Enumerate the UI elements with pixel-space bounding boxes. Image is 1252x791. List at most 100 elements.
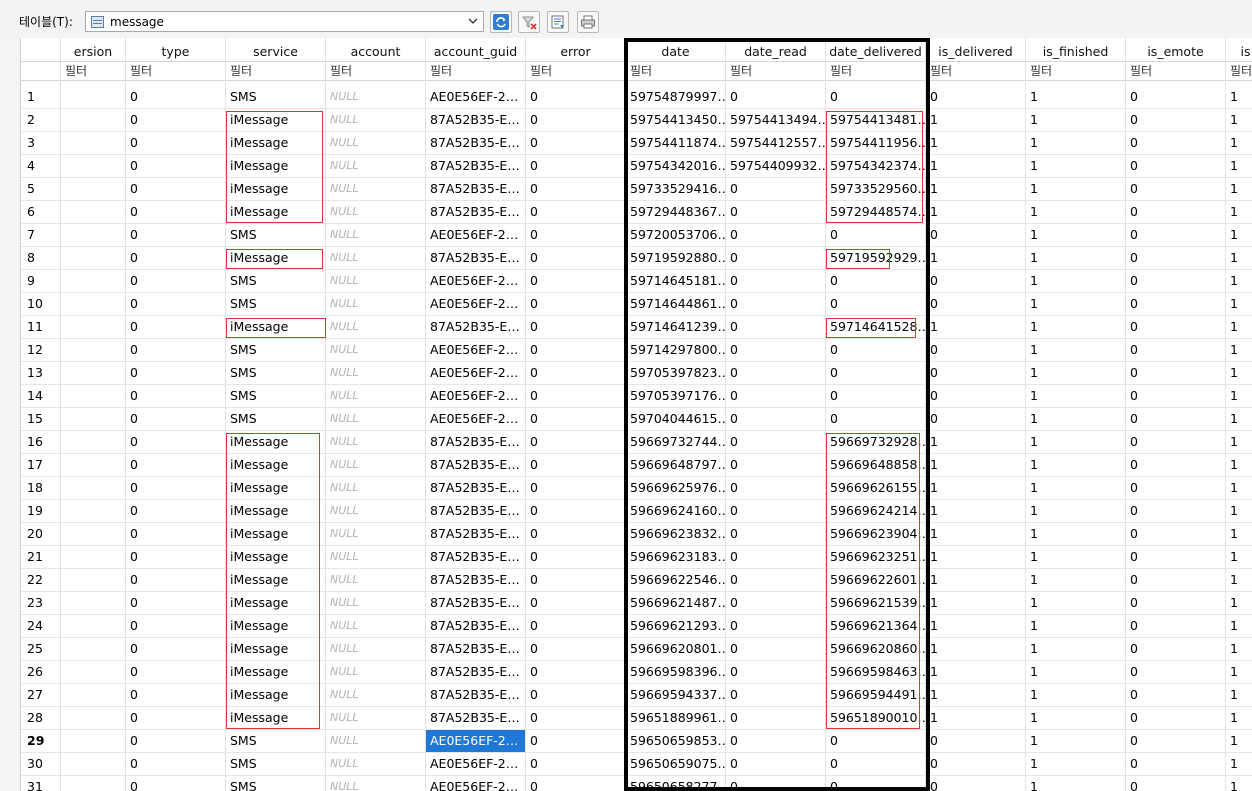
table-cell[interactable]: 87A52B35-E… bbox=[426, 454, 525, 477]
table-cell[interactable]: AE0E56EF-2… bbox=[426, 293, 525, 316]
table-cell[interactable]: SMS bbox=[226, 730, 325, 753]
table-cell[interactable]: 59714641528… bbox=[826, 316, 925, 339]
filter-input-is-finished[interactable]: 필터 bbox=[1026, 62, 1125, 81]
table-cell[interactable]: 1 bbox=[1026, 431, 1125, 454]
table-cell[interactable]: 0 bbox=[526, 684, 625, 707]
table-cell[interactable]: 1 bbox=[1026, 477, 1125, 500]
table-cell[interactable]: 0 bbox=[126, 454, 225, 477]
table-cell[interactable]: 0 bbox=[126, 569, 225, 592]
table-cell[interactable]: 1 bbox=[1226, 316, 1252, 339]
table-cell[interactable]: NULL bbox=[326, 477, 425, 500]
table-cell[interactable]: 0 bbox=[926, 339, 1025, 362]
table-cell[interactable]: 1 bbox=[1226, 408, 1252, 431]
table-cell[interactable]: 0 bbox=[526, 362, 625, 385]
export-button[interactable] bbox=[547, 11, 569, 33]
table-cell[interactable]: 59669624160… bbox=[626, 500, 725, 523]
table-cell[interactable]: 0 bbox=[826, 224, 925, 247]
table-cell[interactable]: 1 bbox=[926, 109, 1025, 132]
table-cell[interactable]: 59669594491… bbox=[826, 684, 925, 707]
table-cell[interactable]: NULL bbox=[326, 615, 425, 638]
table-cell[interactable]: 59669648797… bbox=[626, 454, 725, 477]
table-cell[interactable]: 1 bbox=[1026, 408, 1125, 431]
table-cell[interactable]: iMessage bbox=[226, 316, 325, 339]
table-cell[interactable]: 0 bbox=[1126, 707, 1225, 730]
table-cell[interactable]: AE0E56EF-2… bbox=[426, 224, 525, 247]
table-cell[interactable]: 0 bbox=[126, 339, 225, 362]
column-header-is-more[interactable]: is bbox=[1226, 42, 1252, 62]
table-cell[interactable]: NULL bbox=[326, 753, 425, 776]
table-cell[interactable]: 0 bbox=[1126, 569, 1225, 592]
table-cell[interactable]: 0 bbox=[926, 86, 1025, 109]
row-number[interactable]: 30 bbox=[21, 753, 60, 776]
table-cell[interactable]: 0 bbox=[926, 224, 1025, 247]
table-cell[interactable]: iMessage bbox=[226, 247, 325, 270]
table-cell[interactable]: 0 bbox=[126, 523, 225, 546]
table-cell[interactable] bbox=[61, 224, 125, 247]
table-cell[interactable] bbox=[61, 178, 125, 201]
table-cell[interactable]: 59651890010… bbox=[826, 707, 925, 730]
table-cell[interactable]: iMessage bbox=[226, 684, 325, 707]
row-number[interactable]: 6 bbox=[21, 201, 60, 224]
table-cell[interactable]: 0 bbox=[126, 155, 225, 178]
table-cell[interactable]: SMS bbox=[226, 270, 325, 293]
table-cell[interactable]: 0 bbox=[926, 408, 1025, 431]
table-cell[interactable]: NULL bbox=[326, 523, 425, 546]
table-cell[interactable]: 0 bbox=[726, 615, 825, 638]
filter-input-date-delivered[interactable]: 필터 bbox=[826, 62, 925, 81]
row-number[interactable]: 22 bbox=[21, 569, 60, 592]
table-cell[interactable]: 59705397176… bbox=[626, 385, 725, 408]
row-number[interactable]: 28 bbox=[21, 707, 60, 730]
table-cell[interactable]: 87A52B35-E… bbox=[426, 569, 525, 592]
table-cell[interactable]: 0 bbox=[126, 201, 225, 224]
table-cell[interactable]: 59754342374… bbox=[826, 155, 925, 178]
table-cell[interactable]: NULL bbox=[326, 684, 425, 707]
table-select[interactable]: message bbox=[85, 11, 484, 32]
table-cell[interactable]: SMS bbox=[226, 776, 325, 791]
table-cell[interactable]: NULL bbox=[326, 454, 425, 477]
column-header-date-delivered[interactable]: date_delivered bbox=[826, 42, 925, 62]
table-cell[interactable]: 59669620860… bbox=[826, 638, 925, 661]
table-cell[interactable]: 1 bbox=[926, 500, 1025, 523]
table-cell[interactable]: iMessage bbox=[226, 201, 325, 224]
table-cell[interactable]: 59669648858… bbox=[826, 454, 925, 477]
table-cell[interactable]: 0 bbox=[526, 339, 625, 362]
table-cell[interactable]: 59669623832… bbox=[626, 523, 725, 546]
table-cell[interactable]: AE0E56EF-2… bbox=[426, 339, 525, 362]
table-cell[interactable]: 0 bbox=[526, 155, 625, 178]
table-cell[interactable]: 59650658277… bbox=[626, 776, 725, 791]
table-cell[interactable]: 87A52B35-E… bbox=[426, 155, 525, 178]
table-cell[interactable]: 0 bbox=[926, 385, 1025, 408]
table-cell[interactable]: 0 bbox=[126, 109, 225, 132]
table-cell[interactable]: 59669620801… bbox=[626, 638, 725, 661]
table-cell[interactable]: 0 bbox=[126, 316, 225, 339]
table-cell[interactable]: 59669622546… bbox=[626, 569, 725, 592]
table-cell[interactable] bbox=[61, 247, 125, 270]
table-cell[interactable] bbox=[61, 201, 125, 224]
table-cell[interactable]: iMessage bbox=[226, 178, 325, 201]
table-cell[interactable]: 0 bbox=[126, 638, 225, 661]
table-cell[interactable]: 0 bbox=[726, 270, 825, 293]
table-cell[interactable]: 59669624214… bbox=[826, 500, 925, 523]
table-cell[interactable] bbox=[61, 155, 125, 178]
table-cell[interactable] bbox=[61, 408, 125, 431]
table-cell[interactable]: 1 bbox=[1226, 293, 1252, 316]
table-cell[interactable]: 59669594337… bbox=[626, 684, 725, 707]
row-number[interactable]: 8 bbox=[21, 247, 60, 270]
table-cell[interactable] bbox=[61, 592, 125, 615]
table-cell[interactable]: NULL bbox=[326, 408, 425, 431]
table-cell[interactable]: 0 bbox=[526, 569, 625, 592]
table-cell[interactable]: 0 bbox=[126, 293, 225, 316]
table-cell[interactable]: 59669623251… bbox=[826, 546, 925, 569]
filter-input-version[interactable]: 필터 bbox=[61, 62, 125, 81]
table-cell[interactable]: 0 bbox=[1126, 408, 1225, 431]
table-cell[interactable]: 1 bbox=[1026, 155, 1125, 178]
table-cell[interactable]: 0 bbox=[726, 293, 825, 316]
table-cell[interactable]: 59754411874… bbox=[626, 132, 725, 155]
table-cell[interactable]: NULL bbox=[326, 178, 425, 201]
row-number[interactable]: 16 bbox=[21, 431, 60, 454]
table-cell[interactable]: 0 bbox=[526, 316, 625, 339]
column-header-is-finished[interactable]: is_finished bbox=[1026, 42, 1125, 62]
table-cell[interactable]: 1 bbox=[1226, 431, 1252, 454]
table-cell[interactable]: 1 bbox=[1226, 339, 1252, 362]
table-cell[interactable]: 1 bbox=[1026, 224, 1125, 247]
